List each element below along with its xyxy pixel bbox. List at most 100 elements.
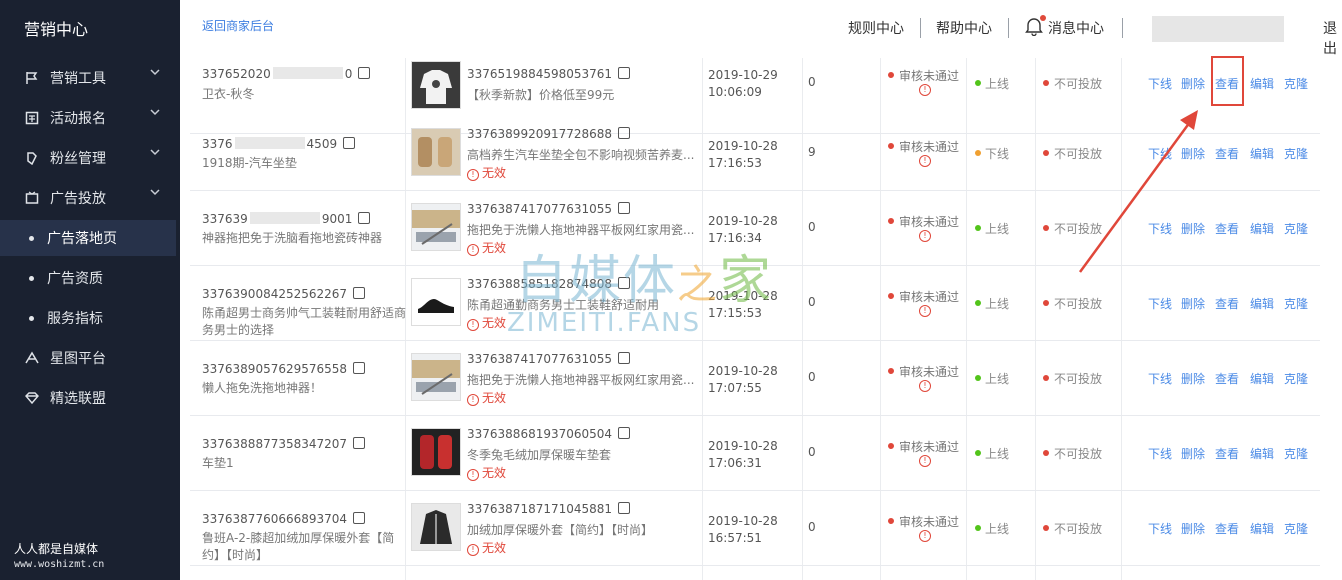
copy-icon[interactable] [343, 137, 356, 149]
view-action[interactable]: 查看 [1215, 295, 1239, 312]
copy-icon[interactable] [618, 202, 631, 214]
delete-action[interactable]: 删除 [1181, 145, 1205, 162]
copy-icon[interactable] [353, 287, 366, 299]
star-platform-icon [24, 350, 40, 366]
audit-status: 审核未通过 [888, 363, 959, 380]
copy-icon[interactable] [618, 427, 631, 439]
delete-action[interactable]: 删除 [1181, 520, 1205, 537]
status-dot [975, 375, 981, 381]
status-dot [975, 225, 981, 231]
user-account-redacted[interactable] [1152, 16, 1284, 42]
edit-action[interactable]: 编辑 [1250, 220, 1274, 237]
sidebar-item-star-platform[interactable]: 星图平台 [0, 340, 176, 376]
sidebar-item-selected-alliance[interactable]: 精选联盟 [0, 380, 176, 416]
sidebar-item-service-metrics[interactable]: 服务指标 [0, 300, 176, 336]
view-action[interactable]: 查看 [1215, 220, 1239, 237]
edit-action[interactable]: 编辑 [1250, 145, 1274, 162]
rules-center-link[interactable]: 规则中心 [848, 18, 904, 38]
divider [1008, 18, 1009, 38]
view-action[interactable]: 查看 [1215, 145, 1239, 162]
audit-status: 审核未通过 [888, 138, 959, 155]
copy-icon[interactable] [618, 277, 631, 289]
copy-icon[interactable] [353, 437, 366, 449]
audit-info-icon[interactable]: ! [919, 455, 931, 467]
clone-action[interactable]: 克隆 [1284, 75, 1308, 92]
offline-action[interactable]: 下线 [1148, 295, 1172, 312]
landing-page-id: 3376390084252562267 [202, 287, 366, 301]
clone-action[interactable]: 克隆 [1284, 520, 1308, 537]
logout-link[interactable]: 退出 [1323, 18, 1342, 58]
help-center-link[interactable]: 帮助中心 [936, 18, 992, 38]
audit-info-icon[interactable]: ! [919, 305, 931, 317]
ad-id: 3376389920917728688 [467, 127, 631, 141]
edit-action[interactable]: 编辑 [1250, 370, 1274, 387]
offline-action[interactable]: 下线 [1148, 145, 1172, 162]
created-datetime: 2019-10-28 16:57:51 [708, 514, 778, 545]
invalid-icon: ! [467, 244, 479, 256]
landing-page-name: 懒人拖免洗拖地神器！ [202, 381, 323, 395]
copy-icon[interactable] [618, 67, 631, 79]
edit-action[interactable]: 编辑 [1250, 445, 1274, 462]
edit-action[interactable]: 编辑 [1250, 75, 1274, 92]
offline-action[interactable]: 下线 [1148, 520, 1172, 537]
delivery-status: 不可投放 [1043, 295, 1102, 312]
landing-page-id: 337639 9001 [202, 212, 371, 226]
clone-action[interactable]: 克隆 [1284, 370, 1308, 387]
watermark-site-url: www.woshizmt.cn [14, 559, 105, 570]
view-action[interactable]: 查看 [1215, 445, 1239, 462]
delete-action[interactable]: 删除 [1181, 75, 1205, 92]
sidebar-item-label: 营销工具 [50, 71, 106, 87]
audit-info-icon[interactable]: ! [919, 380, 931, 392]
audit-info-icon[interactable]: ! [919, 84, 931, 96]
table-row: 3376 4509 1918期-汽车坐垫 3376389920917728688 高档养… [190, 115, 1320, 191]
delete-action[interactable]: 删除 [1181, 220, 1205, 237]
offline-action[interactable]: 下线 [1148, 370, 1172, 387]
delete-action[interactable]: 删除 [1181, 295, 1205, 312]
diamond-icon [24, 390, 40, 406]
delete-action[interactable]: 删除 [1181, 445, 1205, 462]
copy-icon[interactable] [358, 67, 371, 79]
clone-action[interactable]: 克隆 [1284, 145, 1308, 162]
ad-title: 冬季兔毛绒加厚保暖车垫套 [467, 448, 612, 462]
sidebar-item-label: 星图平台 [50, 351, 106, 367]
view-action[interactable]: 查看 [1215, 370, 1239, 387]
offline-action[interactable]: 下线 [1148, 220, 1172, 237]
invalid-icon: ! [467, 319, 479, 331]
divider [1122, 18, 1123, 38]
invalid-icon: ! [467, 169, 479, 181]
clone-action[interactable]: 克隆 [1284, 295, 1308, 312]
copy-icon[interactable] [618, 502, 631, 514]
sidebar-item-activity-signup[interactable]: 活动报名 [0, 100, 176, 136]
audit-info-icon[interactable]: ! [919, 530, 931, 542]
landing-page-id: 337652020 0 [202, 67, 371, 81]
audit-info-icon[interactable]: ! [919, 155, 931, 167]
edit-action[interactable]: 编辑 [1250, 520, 1274, 537]
sidebar-item-marketing-tools[interactable]: 营销工具 [0, 60, 176, 96]
copy-icon[interactable] [618, 352, 631, 364]
created-datetime: 2019-10-28 17:16:34 [708, 214, 778, 245]
copy-icon[interactable] [618, 127, 631, 139]
clone-action[interactable]: 克隆 [1284, 220, 1308, 237]
watermark-site-name: 人人都是自媒体 [14, 542, 99, 556]
message-center-link[interactable]: 消息中心 [1048, 18, 1104, 38]
copy-icon[interactable] [353, 362, 366, 374]
sidebar-item-ad-delivery[interactable]: 广告投放 [0, 180, 176, 216]
divider [920, 18, 921, 38]
ad-title: 高档养生汽车坐垫全包不影响视频苦养麦... [467, 148, 695, 162]
audit-info-icon[interactable]: ! [919, 230, 931, 242]
clone-action[interactable]: 克隆 [1284, 445, 1308, 462]
offline-action[interactable]: 下线 [1148, 75, 1172, 92]
edit-action[interactable]: 编辑 [1250, 295, 1274, 312]
sidebar-item-fans-management[interactable]: 粉丝管理 [0, 140, 176, 176]
offline-action[interactable]: 下线 [1148, 445, 1172, 462]
copy-icon[interactable] [358, 212, 371, 224]
back-to-merchant-link[interactable]: 返回商家后台 [202, 17, 274, 34]
sidebar-item-ad-landing-page[interactable]: 广告落地页 [0, 220, 176, 256]
view-action[interactable]: 查看 [1215, 520, 1239, 537]
delivery-status: 不可投放 [1043, 445, 1102, 462]
sidebar-item-ad-qualification[interactable]: 广告资质 [0, 260, 176, 296]
ad-id: 3376387417077631055 [467, 202, 631, 216]
delete-action[interactable]: 删除 [1181, 370, 1205, 387]
landing-page-id: 3376387760666893704 [202, 512, 366, 526]
copy-icon[interactable] [353, 512, 366, 524]
